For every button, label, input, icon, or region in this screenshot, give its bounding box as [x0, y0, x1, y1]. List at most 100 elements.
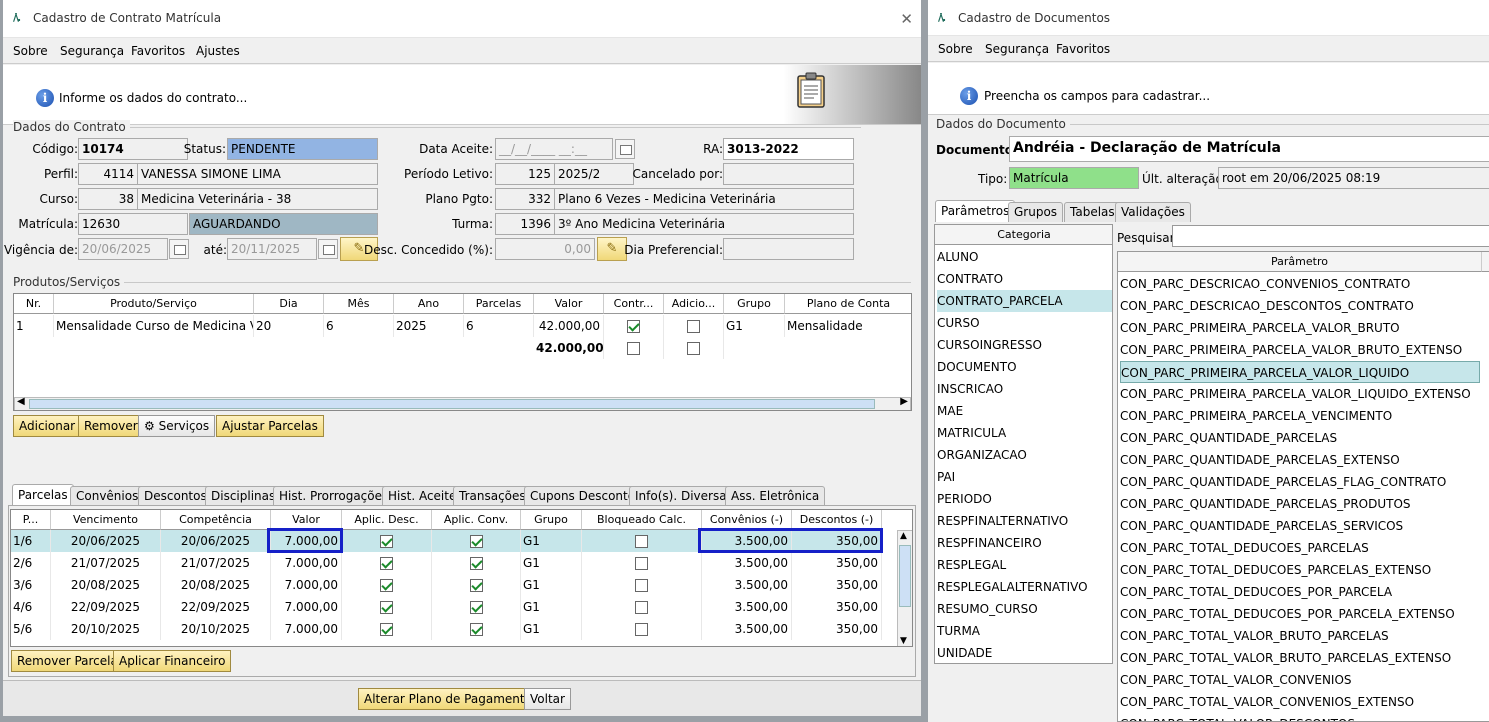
col-header[interactable]: Descontos (-) [792, 510, 882, 530]
checkbox[interactable] [687, 342, 700, 355]
checkbox[interactable] [635, 601, 648, 614]
search-input[interactable] [1172, 225, 1489, 247]
col-header[interactable]: Ano [394, 294, 464, 314]
col-header[interactable]: Aplic. Desc. [342, 510, 432, 530]
list-item[interactable]: RESPFINANCEIRO [937, 532, 1112, 554]
col-header[interactable]: Grupo [521, 510, 582, 530]
tab-hist-aceite[interactable]: Hist. Aceite [382, 486, 463, 506]
col-header[interactable]: Valor [534, 294, 604, 314]
vertical-scrollbar[interactable]: ▲ ▼ [897, 530, 912, 646]
checkbox[interactable] [380, 557, 393, 570]
curso-id-field[interactable]: 38 [78, 188, 138, 210]
remover-button[interactable]: Remover [78, 415, 144, 437]
desc-field[interactable]: 0,00 [495, 238, 595, 260]
menu-favoritos[interactable]: Favoritos [131, 44, 185, 58]
list-item[interactable]: RESPFINALTERNATIVO [937, 510, 1112, 532]
periodo-id-field[interactable]: 125 [495, 163, 555, 185]
cell-conv[interactable] [432, 596, 521, 618]
tab-parcelas[interactable]: Parcelas [12, 484, 74, 506]
col-header[interactable]: Competência [161, 510, 271, 530]
cell-desc[interactable] [342, 596, 432, 618]
scroll-up-icon[interactable]: ▲ [900, 531, 907, 541]
plano-id-field[interactable]: 332 [495, 188, 555, 210]
list-item[interactable]: CON_PARC_PRIMEIRA_PARCELA_VALOR_BRUTO [1120, 317, 1480, 339]
list-item[interactable]: CON_PARC_QUANTIDADE_PARCELAS_FLAG_CONTRA… [1120, 471, 1480, 493]
vigencia-de-field[interactable]: 20/06/2025 [78, 238, 168, 260]
col-header[interactable]: Parcelas [464, 294, 534, 314]
cell-conv[interactable] [432, 574, 521, 596]
checkbox[interactable] [380, 601, 393, 614]
cell-bloq[interactable] [582, 530, 702, 552]
table-row[interactable]: 3/6 20/08/2025 20/08/2025 7.000,00 G1 3.500,0… [11, 574, 882, 596]
list-item[interactable]: MAE [937, 400, 1112, 422]
list-item[interactable]: CON_PARC_TOTAL_VALOR_CONVENIOS_EXTENSO [1120, 691, 1480, 713]
calendar-icon[interactable] [318, 239, 338, 259]
list-item[interactable]: CURSO [937, 312, 1112, 334]
ajustar-parcelas-button[interactable]: Ajustar Parcelas [216, 415, 324, 437]
col-header[interactable]: Contr... [604, 294, 664, 314]
checkbox[interactable] [627, 342, 640, 355]
scroll-thumb[interactable] [899, 545, 911, 607]
list-item[interactable]: TURMA [937, 620, 1112, 642]
list-item[interactable]: CONTRATO [937, 268, 1112, 290]
list-item[interactable]: CON_PARC_TOTAL_VALOR_BRUTO_PARCELAS [1120, 625, 1480, 647]
checkbox[interactable] [635, 579, 648, 592]
list-item[interactable]: CON_PARC_TOTAL_DEDUCOES_PARCELAS_EXTENSO [1120, 559, 1480, 581]
perfil-id-field[interactable]: 4114 [78, 163, 138, 185]
scroll-down-icon[interactable]: ▼ [900, 636, 907, 646]
list-item[interactable]: CON_PARC_TOTAL_DEDUCOES_POR_PARCELA [1120, 581, 1480, 603]
col-header[interactable]: Vencimento [51, 510, 161, 530]
list-item[interactable]: RESUMO_CURSO [937, 598, 1112, 620]
documento-field[interactable]: Andréia - Declaração de Matrícula [1009, 136, 1489, 162]
tab-transacoes[interactable]: Transações [453, 486, 532, 506]
checkbox[interactable] [469, 601, 483, 614]
checkbox[interactable] [469, 623, 483, 636]
col-header[interactable]: Parâmetro [1118, 252, 1482, 272]
list-item[interactable]: CON_PARC_QUANTIDADE_PARCELAS_SERVICOS [1120, 515, 1480, 537]
list-item[interactable]: RESPLEGALALTERNATIVO [937, 576, 1112, 598]
cell-conv[interactable] [432, 618, 521, 640]
list-item[interactable]: PERIODO [937, 488, 1112, 510]
col-header[interactable]: P... [11, 510, 51, 530]
cell-bloq[interactable] [582, 574, 702, 596]
tab-convenios[interactable]: Convênios [70, 486, 145, 506]
menu-favoritos[interactable]: Favoritos [1056, 42, 1110, 56]
list-item[interactable]: CON_PARC_TOTAL_VALOR_CONVENIOS [1120, 669, 1480, 691]
cell-adic[interactable] [664, 315, 724, 337]
col-header[interactable]: F [1482, 252, 1489, 272]
dia-pref-field[interactable] [723, 238, 854, 260]
tab-tabelas[interactable]: Tabelas [1064, 202, 1121, 222]
menu-ajustes[interactable]: Ajustes [196, 44, 240, 58]
col-header[interactable]: Plano de Conta [785, 294, 911, 314]
horizontal-scrollbar[interactable]: ◀ ▶ [14, 396, 911, 410]
ra-field[interactable]: 3013-2022 [723, 138, 854, 160]
data-aceite-field[interactable]: __/__/____ __:__ [495, 138, 613, 160]
tab-hist-prorrogacoes[interactable]: Hist. Prorrogações [273, 486, 395, 506]
checkbox[interactable] [627, 320, 640, 333]
cell-desc[interactable] [342, 618, 432, 640]
list-item[interactable]: CON_PARC_TOTAL_DEDUCOES_PARCELAS [1120, 537, 1480, 559]
checkbox[interactable] [469, 535, 483, 548]
servicos-button[interactable]: ⚙ Serviços [138, 415, 216, 437]
tab-ass-eletronica[interactable]: Ass. Eletrônica [725, 486, 826, 506]
aplicar-financeiro-button[interactable]: Aplicar Financeiro [113, 650, 232, 672]
list-item[interactable]: INSCRICAO [937, 378, 1112, 400]
voltar-button[interactable]: Voltar [524, 688, 571, 710]
cell-bloq[interactable] [582, 596, 702, 618]
vigencia-ate-field[interactable]: 20/11/2025 [227, 238, 317, 260]
list-item[interactable]: CON_PARC_QUANTIDADE_PARCELAS_PRODUTOS [1120, 493, 1480, 515]
edit-pencil-icon[interactable]: ✎ [597, 237, 627, 261]
cell-adic[interactable] [664, 337, 724, 359]
tab-info-diversas[interactable]: Info(s). Diversas [629, 486, 739, 506]
tab-grupos[interactable]: Grupos [1008, 202, 1064, 222]
table-row[interactable]: 4/6 22/09/2025 22/09/2025 7.000,00 G1 3.500,0… [11, 596, 882, 618]
list-item[interactable]: CON_PARC_DESCRICAO_CONVENIOS_CONTRATO [1120, 273, 1480, 295]
col-header[interactable]: Bloqueado Calc. [582, 510, 702, 530]
cell-bloq[interactable] [582, 618, 702, 640]
list-item[interactable]: CON_PARC_TOTAL_VALOR_DESCONTOS [1120, 713, 1480, 721]
list-item[interactable]: UNIDADE [937, 642, 1112, 663]
cell-desc[interactable] [342, 574, 432, 596]
scroll-left-icon[interactable]: ◀ [17, 396, 25, 407]
checkbox[interactable] [635, 557, 648, 570]
list-item[interactable]: CON_PARC_TOTAL_DEDUCOES_POR_PARCELA_EXTE… [1120, 603, 1480, 625]
